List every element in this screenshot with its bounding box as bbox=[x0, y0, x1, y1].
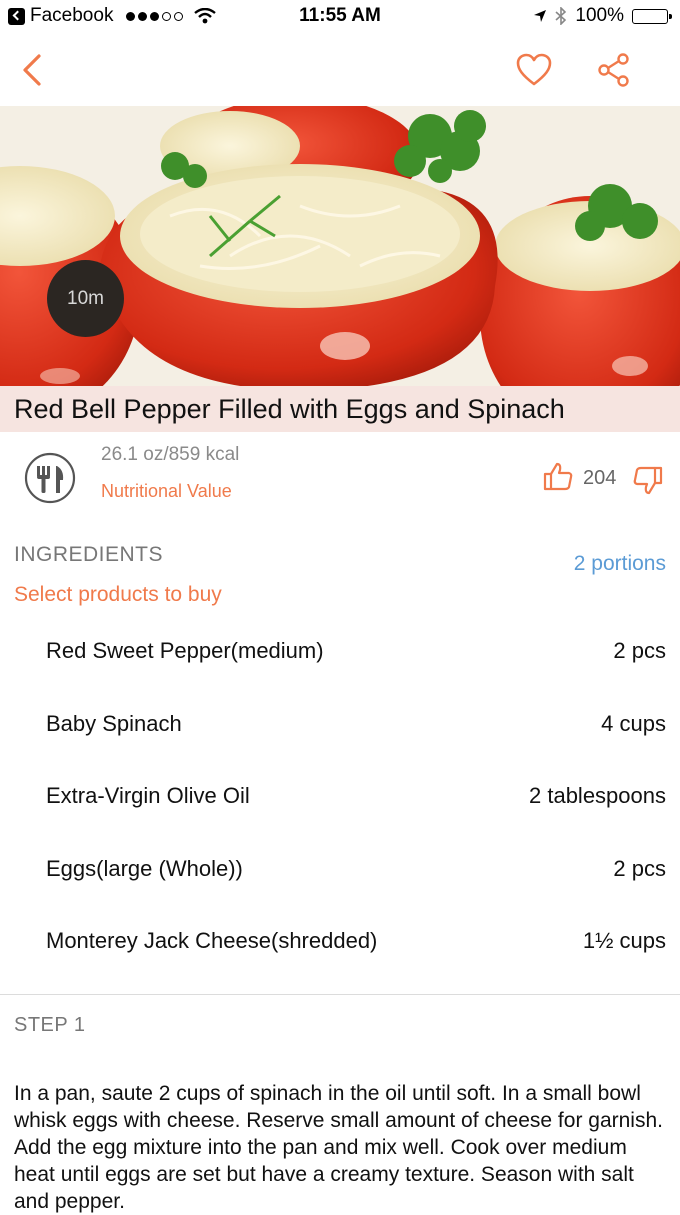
ingredient-row[interactable]: Red Sweet Pepper(medium) 2 pcs bbox=[0, 614, 680, 687]
heart-icon[interactable] bbox=[514, 50, 554, 90]
chevron-left-icon[interactable] bbox=[14, 50, 54, 90]
ingredient-quantity: 2 pcs bbox=[613, 855, 666, 881]
cook-time-badge: 10m bbox=[47, 260, 124, 337]
step-label: STEP 1 bbox=[14, 1014, 86, 1036]
cook-time: 10m bbox=[67, 287, 104, 309]
cutlery-icon bbox=[24, 452, 76, 504]
title-band: Red Bell Pepper Filled with Eggs and Spi… bbox=[0, 386, 680, 432]
ingredient-name: Baby Spinach bbox=[46, 710, 182, 736]
like-count: 204 bbox=[583, 467, 617, 489]
ingredient-quantity: 1½ cups bbox=[582, 928, 666, 953]
ingredient-row[interactable]: Eggs(large (Whole)) 2 pcs bbox=[0, 832, 680, 905]
ingredient-quantity: 4 cups bbox=[601, 710, 666, 736]
nutritional-value-link[interactable]: Nutritional Value bbox=[101, 481, 232, 502]
ingredient-name: Eggs(large (Whole)) bbox=[46, 855, 243, 881]
select-products-link[interactable]: Select products to buy bbox=[14, 583, 222, 607]
ingredient-name: Extra-Virgin Olive Oil bbox=[46, 783, 250, 808]
ingredient-row[interactable]: Extra-Virgin Olive Oil 2 tablespoons bbox=[0, 759, 680, 832]
ingredient-quantity: 2 pcs bbox=[613, 638, 666, 663]
ingredient-name: Monterey Jack Cheese(shredded) bbox=[46, 928, 378, 953]
recipe-photo: 10m bbox=[0, 106, 680, 388]
ingredients-heading: INGREDIENTS bbox=[14, 543, 164, 566]
stuffed-peppers-image bbox=[0, 106, 680, 388]
thumbs-up-icon[interactable] bbox=[543, 461, 573, 491]
thumbs-down-icon[interactable] bbox=[633, 466, 663, 496]
ingredient-row[interactable]: Monterey Jack Cheese(shredded) 1½ cups bbox=[0, 904, 680, 977]
nutrition-amount: 26.1 oz/859 kcal bbox=[101, 444, 240, 465]
step-text: In a pan, saute 2 cups of spinach in the… bbox=[14, 1082, 663, 1213]
nav-bar bbox=[0, 34, 680, 107]
ingredient-row[interactable]: Baby Spinach 4 cups bbox=[0, 687, 680, 760]
status-bar: Facebook 11:55 AM 100% bbox=[0, 0, 680, 34]
ingredient-name: Red Sweet Pepper(medium) bbox=[46, 638, 324, 663]
share-icon[interactable] bbox=[594, 50, 634, 90]
battery-percent: 100% bbox=[575, 5, 624, 26]
bluetooth-icon bbox=[555, 7, 567, 25]
ingredient-list: Red Sweet Pepper(medium) 2 pcs Baby Spin… bbox=[0, 614, 680, 977]
portions-selector[interactable]: 2 portions bbox=[574, 552, 666, 576]
battery-icon bbox=[632, 8, 672, 24]
ingredient-quantity: 2 tablespoons bbox=[529, 783, 666, 808]
recipe-title: Red Bell Pepper Filled with Eggs and Spi… bbox=[14, 394, 565, 424]
section-divider bbox=[0, 994, 680, 995]
location-arrow-icon bbox=[534, 10, 547, 22]
status-right: 100% bbox=[533, 5, 672, 27]
